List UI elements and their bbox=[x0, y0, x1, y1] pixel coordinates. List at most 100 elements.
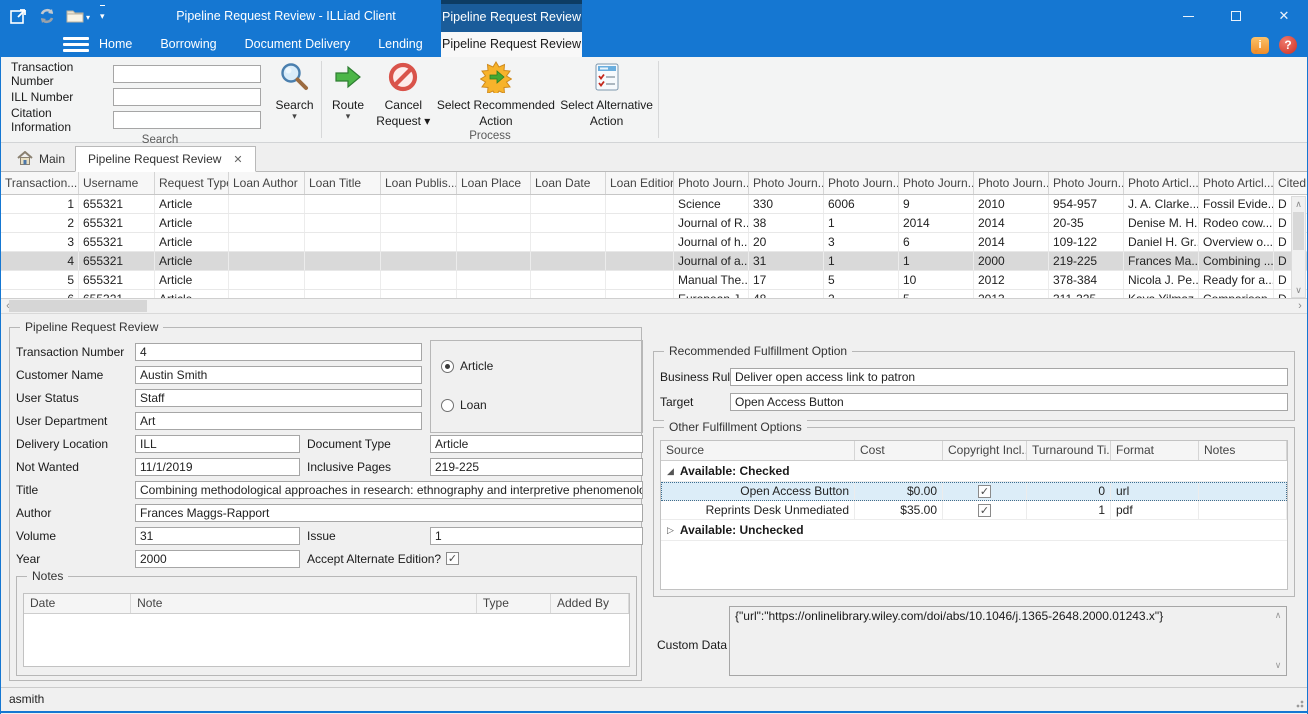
grid-cell[interactable]: Fossil Evide... bbox=[1199, 195, 1274, 213]
grid-header-cell[interactable]: Photo Journ... bbox=[1049, 172, 1124, 194]
resize-grip[interactable] bbox=[1294, 698, 1304, 708]
inclusive-pages-field[interactable]: 219-225 bbox=[430, 458, 643, 476]
grid-cell[interactable] bbox=[606, 195, 674, 213]
grid-cell[interactable]: 2 bbox=[824, 290, 899, 299]
grid-header-cell[interactable]: Photo Journ... bbox=[674, 172, 749, 194]
custom-data-textarea[interactable] bbox=[729, 606, 1287, 676]
folder-icon[interactable]: ▾ bbox=[66, 5, 90, 27]
source-cell[interactable]: Open Access Button bbox=[661, 482, 855, 500]
grid-cell[interactable]: 655321 bbox=[79, 290, 155, 299]
grid-cell[interactable]: 31 bbox=[749, 252, 824, 270]
grid-cell[interactable] bbox=[305, 233, 381, 251]
grid-cell[interactable]: 378-384 bbox=[1049, 271, 1124, 289]
maximize-button[interactable] bbox=[1219, 4, 1253, 28]
grid-header-cell[interactable]: Cited bbox=[1274, 172, 1307, 194]
fulfillment-header-cell[interactable]: Format bbox=[1111, 441, 1199, 460]
radio-article-dot[interactable] bbox=[441, 360, 454, 373]
tab-pipeline-request-review-active[interactable]: Pipeline Request Review bbox=[441, 32, 582, 57]
grid-cell[interactable] bbox=[531, 195, 606, 213]
fulfillment-header-cell[interactable]: Source bbox=[661, 441, 855, 460]
business-rule-field[interactable]: Deliver open access link to patron bbox=[730, 368, 1288, 386]
grid-header-cell[interactable]: Photo Journ... bbox=[974, 172, 1049, 194]
grid-row[interactable]: 6655321ArticleEuropean J...48252013311-3… bbox=[1, 290, 1307, 299]
grid-cell[interactable] bbox=[457, 252, 531, 270]
grid-row[interactable]: 4655321ArticleJournal of a...31112000219… bbox=[1, 252, 1307, 271]
grid-cell[interactable]: 48 bbox=[749, 290, 824, 299]
tab-borrowing[interactable]: Borrowing bbox=[146, 32, 230, 57]
notes-header-cell[interactable]: Type bbox=[477, 594, 551, 613]
grid-row[interactable]: 1655321ArticleScience330600692010954-957… bbox=[1, 195, 1307, 214]
select-recommended-action-button[interactable]: Select Recommended Action bbox=[435, 57, 558, 128]
transaction-number-input[interactable] bbox=[113, 65, 261, 83]
tab-document-delivery[interactable]: Document Delivery bbox=[231, 32, 365, 57]
grid-header-cell[interactable]: Request Type bbox=[155, 172, 229, 194]
grid-cell[interactable]: Combining ... bbox=[1199, 252, 1274, 270]
grid-cell[interactable] bbox=[606, 233, 674, 251]
expanded-icon[interactable]: ◢ bbox=[667, 466, 674, 477]
grid-cell[interactable]: 655321 bbox=[79, 271, 155, 289]
grid-cell[interactable]: Rodeo cow... bbox=[1199, 214, 1274, 232]
grid-cell[interactable]: 655321 bbox=[79, 252, 155, 270]
grid-cell[interactable] bbox=[229, 252, 305, 270]
transaction-number-field[interactable]: 4 bbox=[135, 343, 422, 361]
notes-header-cell[interactable]: Note bbox=[131, 594, 477, 613]
grid-cell[interactable]: Article bbox=[155, 214, 229, 232]
author-field[interactable]: Frances Maggs-Rapport bbox=[135, 504, 643, 522]
hscroll-thumb[interactable] bbox=[9, 300, 147, 312]
grid-cell[interactable]: Journal of h... bbox=[674, 233, 749, 251]
turnaround-cell[interactable]: 0 bbox=[1027, 482, 1111, 500]
fulfillment-group-row[interactable]: ◢Available: Checked bbox=[661, 461, 1287, 482]
grid-cell[interactable] bbox=[305, 252, 381, 270]
tab-close-icon[interactable]: ✕ bbox=[233, 153, 242, 166]
ill-number-input[interactable] bbox=[113, 88, 261, 106]
tab-pipeline-request-review[interactable]: Pipeline Request Review ✕ bbox=[75, 146, 256, 172]
scroll-right-arrow[interactable]: › bbox=[1294, 299, 1306, 313]
cancel-request-button[interactable]: Cancel Request ▾ bbox=[372, 57, 435, 128]
grid-cell[interactable] bbox=[229, 195, 305, 213]
grid-cell[interactable] bbox=[229, 271, 305, 289]
grid-cell[interactable]: 1 bbox=[1, 195, 79, 213]
grid-cell[interactable]: 20-35 bbox=[1049, 214, 1124, 232]
fulfillment-header-cell[interactable]: Cost bbox=[855, 441, 943, 460]
notes-header-cell[interactable]: Added By bbox=[551, 594, 629, 613]
grid-cell[interactable] bbox=[381, 195, 457, 213]
grid-cell[interactable]: 2014 bbox=[899, 214, 974, 232]
notes-header-cell[interactable]: Date bbox=[24, 594, 131, 613]
grid-cell[interactable]: 1 bbox=[824, 252, 899, 270]
document-type-field[interactable]: Article bbox=[430, 435, 643, 453]
grid-cell[interactable]: Nicola J. Pe... bbox=[1124, 271, 1199, 289]
accept-alternate-checkbox[interactable]: ✓ bbox=[446, 552, 459, 565]
fulfillment-group-row[interactable]: ▷Available: Unchecked bbox=[661, 520, 1287, 541]
grid-cell[interactable]: 954-957 bbox=[1049, 195, 1124, 213]
route-button[interactable]: Route ▾ bbox=[324, 57, 372, 120]
grid-cell[interactable] bbox=[229, 233, 305, 251]
fulfillment-header-cell[interactable]: Notes bbox=[1199, 441, 1287, 460]
grid-cell[interactable]: J. A. Clarke... bbox=[1124, 195, 1199, 213]
source-cell[interactable]: Reprints Desk Unmediated bbox=[661, 501, 855, 519]
grid-header-cell[interactable]: Loan Date bbox=[531, 172, 606, 194]
grid-cell[interactable]: Ready for a... bbox=[1199, 271, 1274, 289]
grid-cell[interactable]: 20 bbox=[749, 233, 824, 251]
grid-row[interactable]: 3655321ArticleJournal of h...20362014109… bbox=[1, 233, 1307, 252]
volume-field[interactable]: 31 bbox=[135, 527, 300, 545]
format-cell[interactable]: url bbox=[1111, 482, 1199, 500]
grid-cell[interactable]: Article bbox=[155, 195, 229, 213]
grid-cell[interactable]: Article bbox=[155, 290, 229, 299]
tab-home[interactable]: Home bbox=[85, 32, 146, 57]
grid-cell[interactable] bbox=[229, 214, 305, 232]
grid-cell[interactable]: Journal of R... bbox=[674, 214, 749, 232]
grid-cell[interactable]: 655321 bbox=[79, 195, 155, 213]
radio-loan[interactable]: Loan bbox=[441, 398, 487, 412]
grid-cell[interactable]: 10 bbox=[899, 271, 974, 289]
tab-lending[interactable]: Lending bbox=[364, 32, 437, 57]
grid-cell[interactable]: 330 bbox=[749, 195, 824, 213]
grid-cell[interactable]: 38 bbox=[749, 214, 824, 232]
grid-cell[interactable]: 2010 bbox=[974, 195, 1049, 213]
app-icon[interactable] bbox=[9, 5, 28, 27]
not-wanted-field[interactable]: 11/1/2019 bbox=[135, 458, 300, 476]
grid-cell[interactable] bbox=[606, 271, 674, 289]
grid-header-cell[interactable]: Loan Publis... bbox=[381, 172, 457, 194]
grid-cell[interactable]: 2000 bbox=[974, 252, 1049, 270]
grid-cell[interactable]: Article bbox=[155, 233, 229, 251]
fulfillment-row[interactable]: Reprints Desk Unmediated$35.00✓1pdf bbox=[661, 501, 1287, 520]
